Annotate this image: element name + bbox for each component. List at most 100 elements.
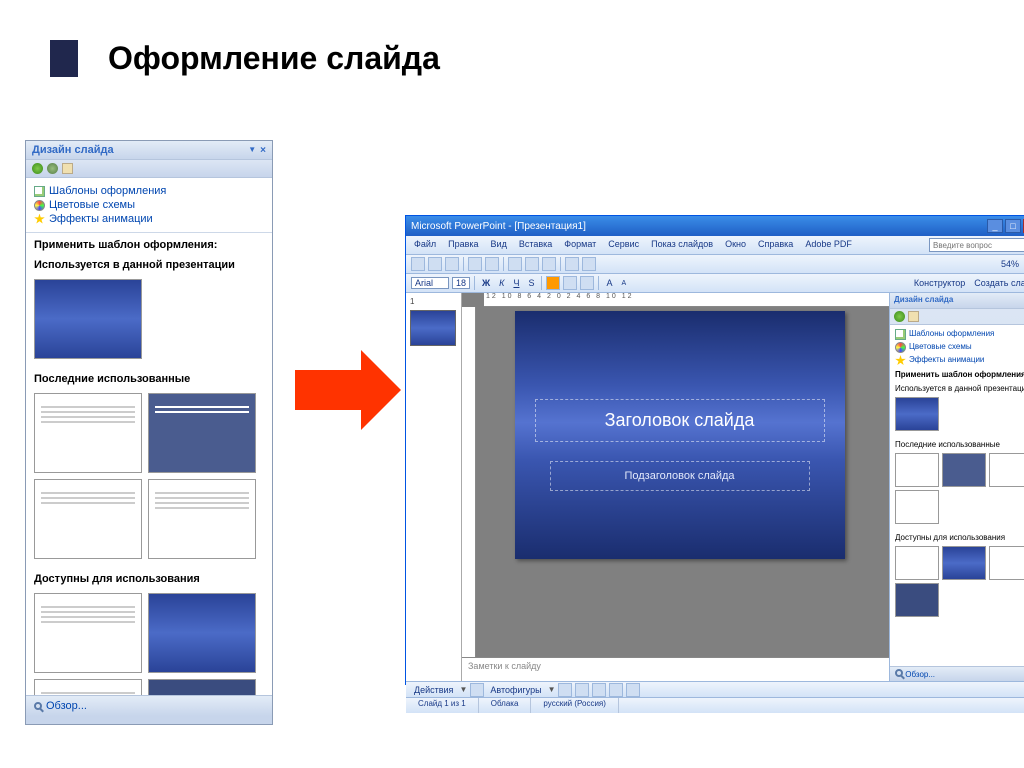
forward-icon[interactable] [47, 163, 58, 174]
vertical-ruler [462, 307, 476, 657]
menu-file[interactable]: Файл [411, 238, 439, 252]
open-icon[interactable] [428, 257, 442, 271]
oval-icon[interactable] [609, 683, 623, 697]
rect-icon[interactable] [592, 683, 606, 697]
align-center-icon[interactable] [563, 276, 577, 290]
line-icon[interactable] [558, 683, 572, 697]
minimize-button[interactable]: _ [987, 219, 1003, 233]
paste-icon[interactable] [542, 257, 556, 271]
notes-pane[interactable]: Заметки к слайду [462, 657, 889, 681]
close-icon[interactable]: × [260, 145, 266, 156]
slide-editor[interactable]: 12 10 8 6 4 2 0 2 4 6 8 10 12 Заголовок … [462, 293, 889, 657]
textbox-icon[interactable] [626, 683, 640, 697]
slide-thumbnail[interactable] [410, 310, 456, 346]
increase-font-button[interactable]: A [603, 278, 615, 288]
browse-link[interactable]: Обзор... [26, 695, 272, 716]
template-thumb[interactable] [148, 679, 256, 695]
template-thumb[interactable] [895, 583, 939, 617]
sp-browse[interactable]: Обзор... [890, 666, 1024, 681]
redo-icon[interactable] [582, 257, 596, 271]
slide-title-placeholder[interactable]: Заголовок слайда [535, 399, 825, 442]
autoshapes-menu[interactable]: Автофигуры [487, 685, 544, 695]
template-thumb[interactable] [34, 393, 142, 473]
menu-bar: Файл Правка Вид Вставка Формат Сервис По… [406, 236, 1024, 255]
italic-button[interactable]: К [496, 278, 507, 288]
designer-button[interactable]: Конструктор [911, 278, 968, 288]
template-thumb[interactable] [895, 453, 939, 487]
cut-icon[interactable] [508, 257, 522, 271]
menu-help[interactable]: Справка [755, 238, 796, 252]
slides-panel: 1 [406, 293, 462, 681]
sp-link-effects[interactable]: Эффекты анимации [895, 354, 1024, 367]
template-thumb[interactable] [34, 593, 142, 673]
template-thumb[interactable] [34, 479, 142, 559]
sp-link-colors[interactable]: Цветовые схемы [895, 341, 1024, 354]
section-recent: Последние использованные [34, 369, 264, 389]
sp-section-used: Используется в данной презентации [895, 381, 1024, 395]
templates-icon [895, 329, 906, 340]
maximize-button[interactable]: □ [1005, 219, 1021, 233]
home-icon[interactable] [62, 163, 73, 174]
template-thumb[interactable] [34, 279, 142, 359]
ask-question-input[interactable] [929, 238, 1024, 252]
template-thumb[interactable] [942, 546, 986, 580]
back-icon[interactable] [32, 163, 43, 174]
zoom-value[interactable]: 54% [998, 259, 1022, 269]
window-title: Microsoft PowerPoint - [Презентация1] [411, 221, 586, 232]
underline-button[interactable]: Ч [510, 278, 522, 288]
template-thumb[interactable] [989, 453, 1024, 487]
status-bar: Слайд 1 из 1 Облака русский (Россия) [406, 697, 1024, 713]
template-thumb[interactable] [148, 479, 256, 559]
align-right-icon[interactable] [580, 276, 594, 290]
template-thumb[interactable] [989, 546, 1024, 580]
slide-canvas[interactable]: Заголовок слайда Подзаголовок слайда [515, 311, 845, 559]
slide-subtitle-placeholder[interactable]: Подзаголовок слайда [550, 461, 810, 491]
menu-insert[interactable]: Вставка [516, 238, 555, 252]
fontsize-select[interactable]: 18 [452, 277, 470, 289]
bold-button[interactable]: Ж [479, 278, 493, 288]
menu-adobe[interactable]: Adobe PDF [802, 238, 855, 252]
template-thumb[interactable] [942, 453, 986, 487]
page-title: Оформление слайда [108, 40, 974, 77]
menu-tools[interactable]: Сервис [605, 238, 642, 252]
menu-edit[interactable]: Правка [445, 238, 481, 252]
new-slide-button[interactable]: Создать слайд [971, 278, 1024, 288]
section-available: Доступны для использования [34, 569, 264, 589]
template-thumb[interactable] [895, 546, 939, 580]
search-icon [895, 669, 903, 677]
menu-slideshow[interactable]: Показ слайдов [648, 238, 716, 252]
template-thumb[interactable] [895, 490, 939, 524]
arrow-icon[interactable] [575, 683, 589, 697]
templates-icon [34, 186, 45, 197]
link-effects[interactable]: Эффекты анимации [34, 212, 264, 226]
dropdown-icon[interactable]: ▼ [248, 145, 256, 156]
menu-format[interactable]: Формат [561, 238, 599, 252]
undo-icon[interactable] [565, 257, 579, 271]
new-icon[interactable] [411, 257, 425, 271]
print-icon[interactable] [468, 257, 482, 271]
link-templates[interactable]: Шаблоны оформления [34, 184, 264, 198]
menu-view[interactable]: Вид [488, 238, 510, 252]
align-left-icon[interactable] [546, 276, 560, 290]
menu-window[interactable]: Окно [722, 238, 749, 252]
design-taskpane: Дизайн слайда ▼ × Шаблоны оформления Цве… [25, 140, 273, 725]
template-thumb[interactable] [148, 593, 256, 673]
draw-actions-menu[interactable]: Действия [411, 685, 456, 695]
home-icon[interactable] [908, 311, 919, 322]
status-theme: Облака [479, 698, 532, 713]
sp-apply-label: Применить шаблон оформления: [895, 367, 1024, 381]
save-icon[interactable] [445, 257, 459, 271]
copy-icon[interactable] [525, 257, 539, 271]
shadow-button[interactable]: S [525, 278, 537, 288]
decrease-font-button[interactable]: A [618, 280, 629, 287]
select-icon[interactable] [470, 683, 484, 697]
template-thumb[interactable] [895, 397, 939, 431]
preview-icon[interactable] [485, 257, 499, 271]
link-colors[interactable]: Цветовые схемы [34, 198, 264, 212]
back-icon[interactable] [894, 311, 905, 322]
sp-link-templates[interactable]: Шаблоны оформления [895, 328, 1024, 341]
template-thumb[interactable] [148, 393, 256, 473]
template-thumb[interactable] [34, 679, 142, 695]
font-select[interactable]: Arial [411, 277, 449, 289]
drawing-toolbar: Действия▼ Автофигуры▼ [406, 681, 1024, 697]
